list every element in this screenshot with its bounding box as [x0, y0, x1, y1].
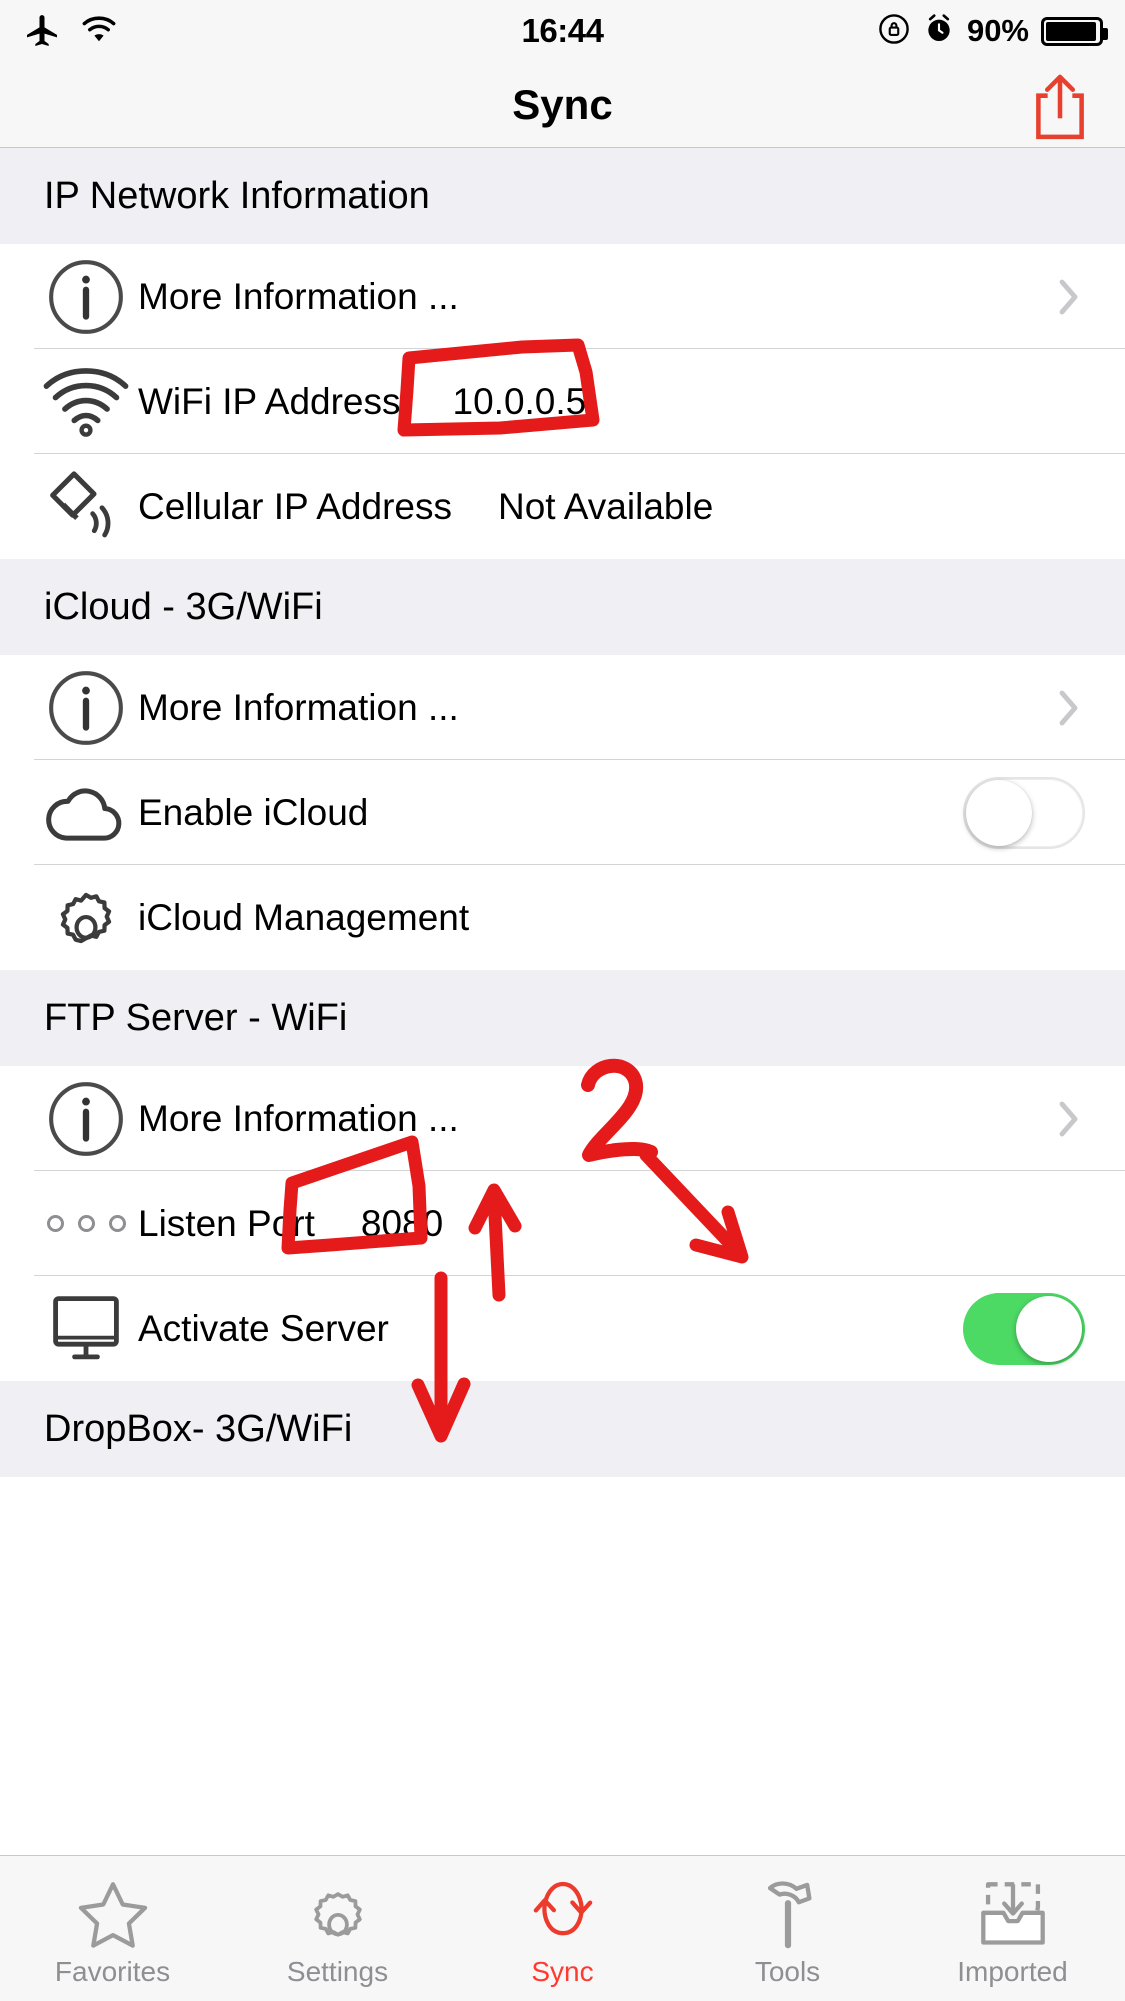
- monitor-icon: [34, 1291, 138, 1367]
- three-dots-icon: [34, 1215, 138, 1232]
- battery-percent-label: 90%: [966, 13, 1029, 48]
- tab-label: Imported: [957, 1955, 1068, 1987]
- row-wifi-ip-address[interactable]: WiFi IP Address 10.0.0.5: [0, 349, 1125, 454]
- cellular-ip-value: Not Available: [497, 485, 714, 527]
- row-label: WiFi IP Address: [138, 380, 401, 422]
- section-header-ip-network: IP Network Information: [0, 148, 1125, 244]
- tab-sync[interactable]: Sync: [450, 1856, 675, 2001]
- row-enable-icloud[interactable]: Enable iCloud: [0, 760, 1125, 865]
- wifi-ip-value: 10.0.0.5: [452, 380, 587, 422]
- section-header-icloud: iCloud - 3G/WiFi: [0, 559, 1125, 655]
- share-icon[interactable]: [1029, 72, 1091, 139]
- activate-server-toggle[interactable]: [963, 1292, 1085, 1365]
- chevron-right-icon: [1059, 690, 1079, 726]
- tab-favorites[interactable]: Favorites: [0, 1856, 225, 2001]
- chevron-right-icon: [1059, 1101, 1079, 1137]
- rotation-lock-icon: [877, 12, 911, 51]
- page-title: Sync: [512, 80, 613, 128]
- row-label: iCloud Management: [138, 896, 470, 938]
- info-circle-icon: [34, 667, 138, 749]
- alarm-icon: [923, 13, 955, 50]
- tab-label: Tools: [754, 1955, 821, 1987]
- gear-icon: [34, 878, 138, 958]
- chevron-right-icon: [1059, 279, 1079, 315]
- settings-list: IP Network Information More Information …: [0, 148, 1125, 1477]
- star-icon: [75, 1878, 151, 1950]
- row-more-information-ftp[interactable]: More Information ...: [0, 1066, 1125, 1171]
- info-circle-icon: [34, 256, 138, 338]
- hammer-icon: [754, 1878, 822, 1950]
- row-label: More Information ...: [138, 1097, 459, 1139]
- row-label: Activate Server: [138, 1307, 389, 1349]
- wifi-icon: [34, 365, 138, 439]
- tab-label: Settings: [286, 1955, 389, 1987]
- row-more-information-icloud[interactable]: More Information ...: [0, 655, 1125, 760]
- cloud-icon: [34, 780, 138, 846]
- row-activate-server[interactable]: Activate Server: [0, 1276, 1125, 1381]
- row-cellular-ip-address[interactable]: Cellular IP Address Not Available: [0, 454, 1125, 559]
- cellular-antenna-icon: [34, 467, 138, 547]
- status-bar: 16:44 90%: [0, 0, 1125, 62]
- battery-icon: [1041, 16, 1108, 46]
- inbox-download-icon: [975, 1878, 1051, 1950]
- tab-tools[interactable]: Tools: [675, 1856, 900, 2001]
- sync-icon: [524, 1878, 602, 1950]
- info-circle-icon: [34, 1078, 138, 1160]
- row-icloud-management[interactable]: iCloud Management: [0, 865, 1125, 970]
- tab-bar: Favorites Settings Sync Tools Imported: [0, 1855, 1125, 2001]
- section-header-dropbox: DropBox- 3G/WiFi: [0, 1381, 1125, 1477]
- row-label: Enable iCloud: [138, 791, 369, 833]
- tab-settings[interactable]: Settings: [225, 1856, 450, 2001]
- app-screen: 16:44 90% Sync IP Network Information Mo…: [0, 0, 1125, 2001]
- enable-icloud-toggle[interactable]: [963, 776, 1085, 849]
- tab-label: Favorites: [54, 1955, 171, 1987]
- listen-port-value[interactable]: 8080: [361, 1203, 443, 1245]
- row-label: More Information ...: [138, 275, 459, 317]
- status-bar-right: 90%: [877, 0, 1108, 62]
- gear-icon: [301, 1878, 375, 1950]
- tab-label: Sync: [531, 1955, 594, 1987]
- row-more-information-ip[interactable]: More Information ...: [0, 244, 1125, 349]
- row-label: Cellular IP Address: [138, 485, 452, 527]
- row-label: Listen Port: [138, 1202, 315, 1244]
- navigation-bar: Sync: [0, 62, 1125, 148]
- tab-imported[interactable]: Imported: [900, 1856, 1125, 2001]
- row-listen-port[interactable]: Listen Port 8080: [0, 1171, 1125, 1276]
- section-header-ftp-server: FTP Server - WiFi: [0, 970, 1125, 1066]
- row-label: More Information ...: [138, 686, 459, 728]
